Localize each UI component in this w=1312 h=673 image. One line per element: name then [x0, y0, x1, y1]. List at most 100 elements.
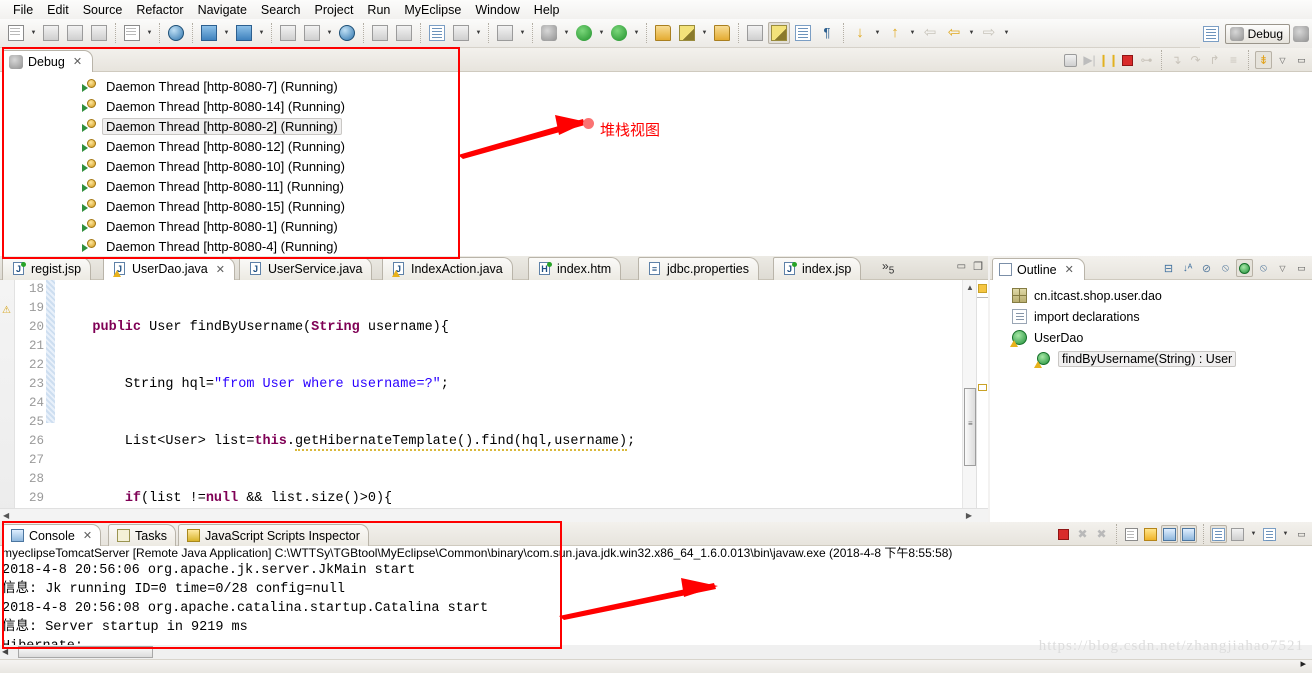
close-icon[interactable]: ✕	[73, 55, 82, 68]
search-button[interactable]	[450, 22, 472, 44]
next-annotation-dropdown[interactable]	[872, 22, 883, 44]
menu-run[interactable]: Run	[360, 2, 397, 18]
edit-button[interactable]	[676, 22, 698, 44]
myeclipse-perspective-icon[interactable]	[1293, 25, 1309, 42]
remove-all-launches-icon[interactable]: ✖	[1093, 525, 1110, 543]
warning-marker-icon[interactable]: ⚠	[2, 302, 14, 316]
run-external-dropdown[interactable]	[631, 22, 642, 44]
scroll-right-icon[interactable]: ▶	[966, 511, 972, 520]
db-browser-button[interactable]	[301, 22, 323, 44]
scroll-up-icon[interactable]: ▲	[966, 283, 974, 292]
step-into-icon[interactable]: ↴	[1168, 51, 1185, 69]
thread-row[interactable]: Daemon Thread [http-8080-14] (Running)	[0, 96, 1312, 116]
back-button[interactable]: ⇦	[943, 22, 965, 44]
run-dropdown[interactable]	[596, 22, 607, 44]
overview-warning-marker[interactable]	[978, 284, 987, 293]
menu-search[interactable]: Search	[254, 2, 308, 18]
editor-tab-jdbc-properties[interactable]: ≡ jdbc.properties	[638, 257, 759, 280]
hide-local-types-icon[interactable]: ⦸	[1255, 259, 1272, 277]
debug-thread-list[interactable]: Daemon Thread [http-8080-7] (Running) Da…	[0, 72, 1312, 254]
step-over-icon[interactable]: ↷	[1187, 51, 1204, 69]
deploy-button[interactable]	[198, 22, 220, 44]
previous-annotation-dropdown[interactable]	[907, 22, 918, 44]
close-icon[interactable]: ✕	[1065, 263, 1074, 276]
scroll-lock-icon[interactable]	[1142, 525, 1159, 543]
console-dropdown-icon[interactable]	[1248, 523, 1259, 545]
show-block-button[interactable]	[792, 22, 814, 44]
open-perspective-button-right[interactable]	[1200, 23, 1222, 45]
editor-tab-userservice-java[interactable]: J UserService.java	[239, 257, 373, 280]
outline-item-method[interactable]: findByUsername(String) : User	[990, 348, 1312, 369]
close-icon[interactable]: ✕	[83, 529, 92, 542]
use-step-filters-icon[interactable]: ⇟	[1255, 51, 1272, 69]
run-server-dropdown[interactable]	[256, 22, 267, 44]
suspend-icon[interactable]: ❙❙	[1098, 51, 1118, 69]
thread-row[interactable]: Daemon Thread [http-8080-10] (Running)	[0, 156, 1312, 176]
open-browser-button[interactable]	[165, 22, 187, 44]
editor-tab-regist-jsp[interactable]: J regist.jsp	[2, 257, 92, 280]
overview-warning-marker[interactable]	[978, 384, 987, 391]
run-button[interactable]	[573, 22, 595, 44]
search-dropdown[interactable]	[473, 22, 484, 44]
edit-dropdown[interactable]	[699, 22, 710, 44]
save-all-button[interactable]	[64, 22, 86, 44]
last-edit-location-button[interactable]: ⇦	[919, 22, 941, 44]
editor-overview-ruler[interactable]	[976, 280, 988, 522]
outline-item-package[interactable]: cn.itcast.shop.user.dao	[990, 285, 1312, 306]
new-report-button[interactable]	[426, 22, 448, 44]
tab-console[interactable]: Console ✕	[2, 524, 102, 546]
code-editor[interactable]: 18 19 20 21 22 23 24 25 26 27 28 29 ⚠ pu…	[0, 280, 988, 522]
minimize-icon[interactable]: ▭	[1293, 525, 1310, 543]
save-button[interactable]	[40, 22, 62, 44]
editor-tab-userdao-java[interactable]: J UserDao.java ✕	[103, 257, 235, 280]
open-type-button[interactable]	[336, 22, 358, 44]
new-wizard-button[interactable]	[5, 22, 27, 44]
new-wizard-dropdown[interactable]	[28, 22, 39, 44]
new-myeclipse-button[interactable]	[121, 22, 143, 44]
archive-button[interactable]	[711, 22, 733, 44]
editor-marker-bar[interactable]	[0, 280, 15, 522]
menu-edit[interactable]: Edit	[40, 2, 76, 18]
menu-file[interactable]: File	[6, 2, 40, 18]
menu-navigate[interactable]: Navigate	[191, 2, 254, 18]
open-perspective-dropdown[interactable]	[517, 22, 528, 44]
editor-code-text[interactable]: public User findByUsername(String userna…	[60, 280, 962, 522]
clear-console-icon[interactable]	[1123, 525, 1140, 543]
sort-icon[interactable]: ↓ᴬ	[1179, 259, 1196, 277]
open-perspective-button[interactable]	[494, 22, 516, 44]
remove-launch-icon[interactable]: ✖	[1074, 525, 1091, 543]
maximize-icon[interactable]: ❐	[973, 260, 983, 273]
step-return-icon[interactable]: ↱	[1206, 51, 1223, 69]
scrollbar-thumb[interactable]: ≡	[964, 388, 976, 466]
run-external-button[interactable]	[608, 22, 630, 44]
drop-to-frame-icon[interactable]: ≡	[1225, 51, 1242, 69]
open-resource-button[interactable]	[652, 22, 674, 44]
show-whitespace-button[interactable]: ¶	[816, 22, 838, 44]
tab-debug[interactable]: Debug ✕	[2, 50, 94, 72]
editor-horizontal-scrollbar[interactable]: ◀ ▶	[0, 508, 988, 522]
disconnect-plug-icon[interactable]: ⊶	[1138, 51, 1155, 69]
close-icon[interactable]: ✕	[216, 263, 225, 276]
editor-vertical-scrollbar[interactable]: ▲ ≡ ▼	[962, 280, 976, 522]
publish-button[interactable]	[393, 22, 415, 44]
hide-fields-icon[interactable]: ⊘	[1198, 259, 1215, 277]
restore-icon[interactable]: ▭	[957, 261, 966, 272]
print-button[interactable]	[88, 22, 110, 44]
editor-tab-index-jsp[interactable]: J index.jsp	[773, 257, 862, 280]
open-console-icon[interactable]	[1261, 525, 1278, 543]
perspective-tab-debug[interactable]: Debug	[1224, 23, 1290, 44]
show-console-on-output-icon[interactable]	[1161, 525, 1178, 543]
new-myeclipse-dropdown[interactable]	[144, 22, 155, 44]
thread-row[interactable]: Daemon Thread [http-8080-1] (Running)	[0, 216, 1312, 236]
view-menu-icon[interactable]: ▽	[1274, 51, 1291, 69]
db-explorer-button[interactable]	[277, 22, 299, 44]
debug-button[interactable]	[538, 22, 560, 44]
validate-button[interactable]	[369, 22, 391, 44]
menu-refactor[interactable]: Refactor	[129, 2, 190, 18]
thread-row[interactable]: Daemon Thread [http-8080-11] (Running)	[0, 176, 1312, 196]
scrollbar-thumb[interactable]	[18, 646, 153, 658]
minimize-icon[interactable]: ▭	[1293, 51, 1310, 69]
tab-javascript-scripts-inspector[interactable]: JavaScript Scripts Inspector	[178, 524, 369, 546]
outline-item-imports[interactable]: import declarations	[990, 306, 1312, 327]
terminate-icon[interactable]	[1055, 525, 1072, 543]
